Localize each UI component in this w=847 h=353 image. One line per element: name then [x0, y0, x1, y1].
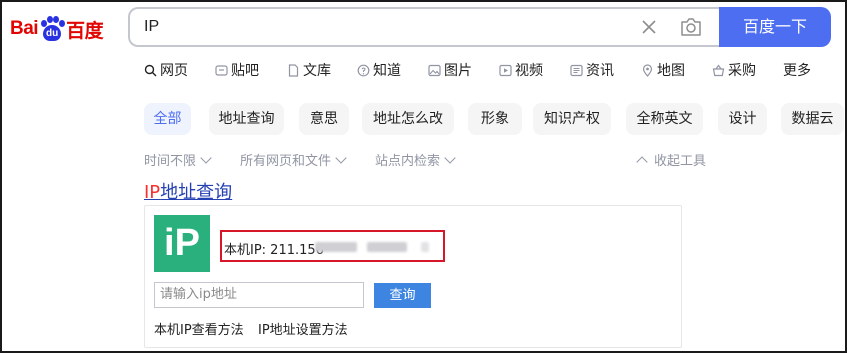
time-filter[interactable]: 时间不限: [144, 150, 212, 169]
site-filter[interactable]: 站点内检索: [375, 150, 456, 169]
basket-icon: [712, 63, 725, 77]
filter-chip[interactable]: 形象: [468, 103, 522, 135]
chevron-down-icon: [335, 151, 347, 164]
result-title-text: 地址查询: [160, 182, 233, 203]
camera-icon[interactable]: [679, 16, 703, 38]
tab-6[interactable]: 资讯: [570, 60, 614, 80]
tab-2[interactable]: 文库: [287, 60, 331, 80]
filter-chip[interactable]: 全称英文: [626, 103, 703, 135]
filter-chip[interactable]: 设计: [718, 103, 767, 135]
logo-text-baidu: 百度: [66, 20, 104, 42]
map-pin-icon: [641, 63, 654, 77]
tab-0[interactable]: 网页: [144, 60, 188, 80]
tab-9[interactable]: 更多: [783, 60, 811, 80]
tab-5[interactable]: 视频: [499, 60, 543, 80]
news-icon: [570, 64, 583, 77]
ip-settings-help-link[interactable]: IP地址设置方法: [258, 319, 348, 338]
search-icon: [144, 64, 157, 77]
tieba-icon: [215, 64, 228, 77]
document-icon: [287, 63, 300, 77]
result-title-link[interactable]: IP地址查询: [144, 178, 232, 204]
filter-chip[interactable]: 知识产权: [533, 103, 611, 135]
collapse-tools[interactable]: 收起工具: [636, 150, 706, 169]
collapse-tools-label: 收起工具: [654, 154, 707, 169]
ip-address-input[interactable]: 请输入ip地址: [154, 282, 364, 308]
clear-icon[interactable]: [639, 17, 659, 37]
baidu-logo[interactable]: Bai du 百度: [10, 15, 104, 43]
filetype-filter[interactable]: 所有网页和文件: [240, 150, 347, 169]
search-button[interactable]: 百度一下: [719, 7, 831, 47]
filter-chip[interactable]: 地址查询: [209, 103, 284, 135]
tab-label: 采购: [728, 63, 756, 79]
redacted-ip-part: [421, 242, 429, 252]
chevron-down-icon: [444, 151, 456, 164]
search-box[interactable]: IP: [128, 7, 720, 47]
search-input[interactable]: IP: [144, 18, 159, 36]
redacted-ip-part: [315, 242, 357, 252]
query-button[interactable]: 查询: [374, 283, 431, 308]
filter-chip[interactable]: 数据云: [781, 103, 844, 135]
chevron-down-icon: [200, 151, 212, 164]
tab-7[interactable]: 地图: [641, 60, 685, 80]
redacted-ip-part: [367, 242, 407, 252]
time-filter-label: 时间不限: [144, 154, 197, 169]
tab-label: 知道: [373, 63, 401, 79]
question-icon: [357, 64, 370, 77]
filetype-filter-label: 所有网页和文件: [240, 154, 332, 169]
filter-chip[interactable]: 地址怎么改: [362, 103, 454, 135]
tab-3[interactable]: 知道: [357, 60, 401, 80]
logo-text-bai: Bai: [10, 18, 39, 39]
tab-label: 地图: [657, 63, 685, 79]
tab-1[interactable]: 贴吧: [215, 60, 259, 80]
ip-logo: iP: [154, 215, 210, 272]
image-icon: [428, 64, 441, 77]
local-ip-help-link[interactable]: 本机IP查看方法: [154, 319, 244, 338]
tab-8[interactable]: 采购: [712, 60, 756, 80]
logo-text-du: du: [43, 25, 62, 41]
play-icon: [499, 64, 512, 77]
tab-label: 视频: [515, 63, 543, 79]
paw-icon: du: [39, 16, 66, 42]
filter-chip[interactable]: 意思: [299, 103, 349, 135]
ip-highlight-box: 本机IP: 211.156: [220, 230, 445, 262]
tab-4[interactable]: 图片: [428, 60, 472, 80]
tab-label: 图片: [444, 63, 472, 79]
tab-label: 文库: [303, 63, 331, 79]
local-ip-label: 本机IP: 211.156: [224, 243, 324, 258]
chevron-up-icon: [636, 155, 648, 168]
tab-label: 资讯: [586, 63, 614, 79]
tab-label: 网页: [160, 63, 188, 79]
tab-label: 贴吧: [231, 63, 259, 79]
site-filter-label: 站点内检索: [375, 154, 441, 169]
ip-lookup-card: iP 本机IP: 211.156 请输入ip地址 查询 本机IP查看方法 IP地…: [144, 205, 682, 348]
result-title-highlight: IP: [144, 182, 161, 203]
filter-chip[interactable]: 全部: [144, 103, 191, 135]
tab-label: 更多: [783, 63, 811, 79]
